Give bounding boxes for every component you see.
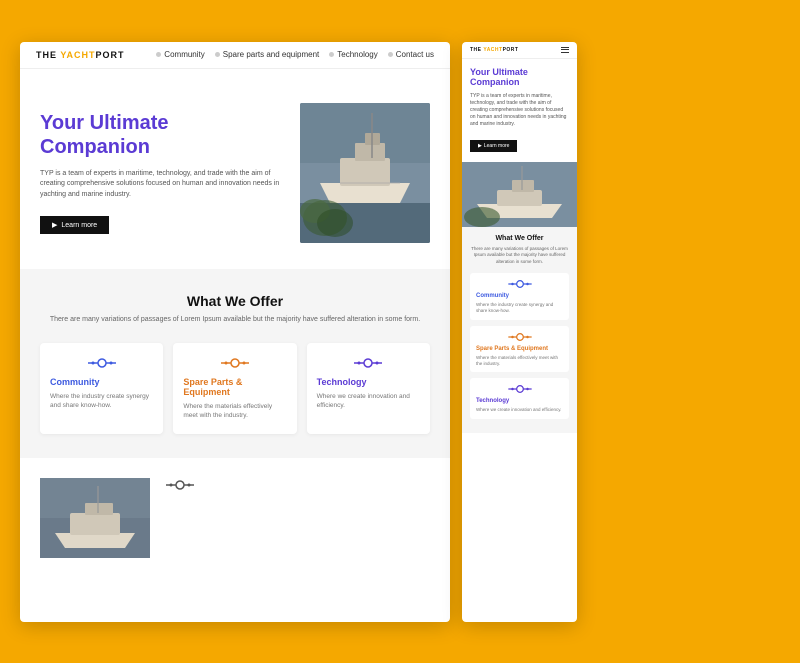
spare-parts-card-title: Spare Parts & Equipment <box>183 377 286 397</box>
mobile-offer-section: What We Offer There are many variations … <box>462 227 577 433</box>
technology-card: Technology Where we create innovation an… <box>307 343 430 434</box>
mobile-rope-purple-icon <box>508 384 532 394</box>
hero-title-line1: Your Ultimate <box>40 112 169 134</box>
technology-card-title: Technology <box>317 377 420 387</box>
mobile-rope-orange-icon <box>508 332 532 342</box>
nav-link-contact[interactable]: Contact us <box>388 50 434 59</box>
page-wrapper: THE YACHTPORT Community Spare parts and … <box>0 22 800 642</box>
nav-link-technology[interactable]: Technology <box>329 50 377 59</box>
spare-parts-card-icon <box>183 357 286 369</box>
bottom-section <box>20 458 450 578</box>
community-card: Community Where the industry create syne… <box>40 343 163 434</box>
mobile-hero-title-line1: Your Ultimate <box>470 67 528 77</box>
bottom-rope-icon <box>166 479 194 491</box>
nav-link-spare-parts[interactable]: Spare parts and equipment <box>215 50 320 59</box>
mobile-technology-card: Technology Where we create innovation an… <box>470 378 569 419</box>
arrow-right-icon: ▶ <box>52 221 57 229</box>
nav-link-spare-parts-label: Spare parts and equipment <box>223 50 320 59</box>
mobile-hero-text: Your Ultimate Companion TYP is a team of… <box>462 59 577 163</box>
bottom-icon-row <box>166 478 194 496</box>
hero-cta-label: Learn more <box>61 222 97 229</box>
rope-knot-icon <box>88 357 116 369</box>
hero-text: Your Ultimate Companion TYP is a team of… <box>40 111 284 235</box>
hamburger-line <box>561 49 569 50</box>
offer-title: What We Offer <box>40 293 430 309</box>
nav-links: Community Spare parts and equipment Tech… <box>156 50 434 59</box>
mobile-offer-desc: There are many variations of passages of… <box>470 246 569 265</box>
bottom-boat-svg <box>40 478 150 558</box>
hero-title-line2: Companion <box>40 136 150 158</box>
offer-section: What We Offer There are many variations … <box>20 269 450 459</box>
offer-cards: Community Where the industry create syne… <box>40 343 430 434</box>
nav-dot-icon <box>388 52 393 57</box>
spare-parts-card-desc: Where the materials effectively meet wit… <box>183 402 286 420</box>
hero-title: Your Ultimate Companion <box>40 111 284 159</box>
mobile-community-card-icon <box>476 279 563 289</box>
nav-dot-icon <box>215 52 220 57</box>
technology-card-desc: Where we create innovation and efficienc… <box>317 392 420 410</box>
mobile-nav: THE YACHTPORT <box>462 42 577 59</box>
nav-logo-accent: YACHT <box>60 50 95 60</box>
mobile-spare-parts-card-title: Spare Parts & Equipment <box>476 346 563 352</box>
main-nav: THE YACHTPORT Community Spare parts and … <box>20 42 450 69</box>
hamburger-menu-icon[interactable] <box>561 47 569 53</box>
hero-yacht-image <box>300 103 430 243</box>
community-card-desc: Where the industry create synergy and sh… <box>50 392 153 410</box>
mobile-yacht-svg <box>462 162 577 227</box>
hamburger-line <box>561 47 569 48</box>
mobile-nav-logo-accent: YACHT <box>483 47 502 53</box>
yacht-image-svg <box>300 103 430 243</box>
offer-description: There are many variations of passages of… <box>40 315 430 326</box>
bottom-boat-image <box>40 478 150 558</box>
mobile-technology-card-desc: Where we create innovation and efficienc… <box>476 407 563 413</box>
mobile-spare-parts-card-icon <box>476 332 563 342</box>
spare-parts-card: Spare Parts & Equipment Where the materi… <box>173 343 296 434</box>
mobile-community-card-title: Community <box>476 293 563 299</box>
mobile-rope-blue-icon <box>508 279 532 289</box>
mobile-community-card-desc: Where the industry create synergy and sh… <box>476 302 563 314</box>
mobile-hero-title: Your Ultimate Companion <box>470 67 569 89</box>
mobile-community-card: Community Where the industry create syne… <box>470 273 569 320</box>
hero-section: Your Ultimate Companion TYP is a team of… <box>20 69 450 269</box>
mobile-hero-description: TYP is a team of experts in maritime, te… <box>470 93 569 128</box>
mobile-browser-window: THE YACHTPORT Your Ultimate Companion TY… <box>462 42 577 622</box>
mobile-spare-parts-card: Spare Parts & Equipment Where the materi… <box>470 326 569 373</box>
main-browser-window: THE YACHTPORT Community Spare parts and … <box>20 42 450 622</box>
rope-knot-purple-icon <box>354 357 382 369</box>
hero-cta-button[interactable]: ▶ Learn more <box>40 216 109 234</box>
technology-card-icon <box>317 357 420 369</box>
mobile-hero-cta-label: Learn more <box>484 143 510 149</box>
nav-link-technology-label: Technology <box>337 50 377 59</box>
nav-link-community-label: Community <box>164 50 204 59</box>
nav-logo: THE YACHTPORT <box>36 50 125 60</box>
mobile-hero-yacht-image <box>462 162 577 227</box>
mobile-technology-card-title: Technology <box>476 398 563 404</box>
nav-dot-icon <box>156 52 161 57</box>
nav-dot-icon <box>329 52 334 57</box>
mobile-spare-parts-card-desc: Where the materials effectively meet wit… <box>476 355 563 367</box>
community-card-icon <box>50 357 153 369</box>
mobile-offer-title: What We Offer <box>470 235 569 242</box>
mobile-hero-title-line2: Companion <box>470 77 520 87</box>
nav-link-contact-label: Contact us <box>396 50 434 59</box>
community-card-title: Community <box>50 377 153 387</box>
mobile-nav-logo: THE YACHTPORT <box>470 47 518 53</box>
hamburger-line <box>561 52 569 53</box>
mobile-arrow-icon: ▶ <box>478 143 482 149</box>
mobile-hero-cta-button[interactable]: ▶ Learn more <box>470 140 517 152</box>
mobile-technology-card-icon <box>476 384 563 394</box>
nav-link-community[interactable]: Community <box>156 50 204 59</box>
hero-description: TYP is a team of experts in maritime, te… <box>40 169 284 201</box>
rope-knot-orange-icon <box>221 357 249 369</box>
